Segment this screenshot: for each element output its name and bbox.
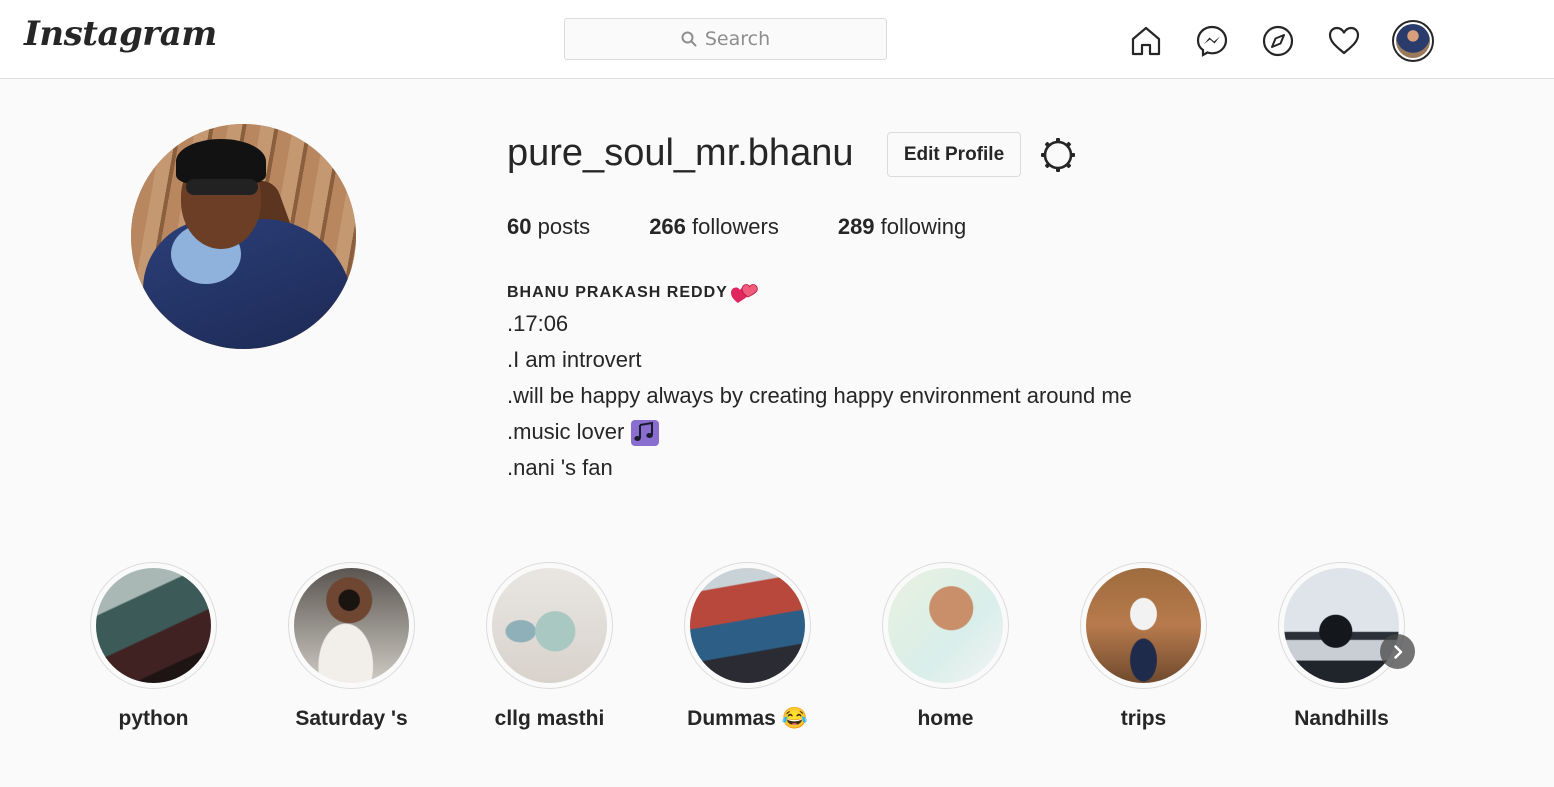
highlight-cover-ring — [882, 562, 1009, 689]
bio-line-2: .I am introvert — [507, 347, 642, 372]
followers-count: 266 — [649, 214, 686, 239]
top-navigation-bar: Instagram Search — [0, 0, 1554, 79]
highlight-cover-image — [492, 568, 607, 683]
highlight-cover-image — [1086, 568, 1201, 683]
highlight-label: cllg masthi — [494, 707, 605, 730]
highlight-label: Nandhills — [1294, 707, 1389, 730]
highlight-label: home — [917, 707, 974, 730]
bio-line-4-row: .music lover — [507, 414, 1132, 450]
highlight-cover-image — [690, 568, 805, 683]
chevron-right-icon — [1393, 644, 1402, 659]
musical-notes-emoji-icon — [631, 420, 660, 447]
highlight-cover-ring — [90, 562, 217, 689]
highlight-cover-ring — [1080, 562, 1207, 689]
two-hearts-emoji-icon — [730, 284, 758, 303]
bio-line-1: .17:06 — [507, 311, 569, 336]
followers-label: followers — [685, 214, 779, 239]
highlight-label: trips — [1120, 707, 1167, 730]
highlight-saturdays[interactable]: Saturday 's — [288, 562, 486, 731]
bio-line-4: .music lover — [507, 419, 625, 444]
highlight-label: Saturday 's — [295, 707, 408, 730]
explore-icon[interactable] — [1260, 23, 1296, 59]
settings-gear-icon[interactable] — [1038, 135, 1078, 175]
bio-line-5: .nani 's fan — [507, 455, 613, 480]
posts-label: posts — [531, 214, 591, 239]
edit-profile-button[interactable]: Edit Profile — [887, 132, 1021, 177]
highlight-nandhills[interactable]: Nandhills — [1278, 562, 1476, 731]
story-highlights: python Saturday 's cllg masthi Dummas 😂 … — [90, 562, 1476, 731]
highlight-cover-ring — [684, 562, 811, 689]
highlight-cllg-masthi[interactable]: cllg masthi — [486, 562, 684, 731]
highlight-cover-image — [294, 568, 409, 683]
highlight-home[interactable]: home — [882, 562, 1080, 731]
instagram-logo[interactable]: Instagram — [24, 14, 217, 54]
highlight-cover-image — [888, 568, 1003, 683]
avatar-image — [1396, 24, 1430, 58]
bio-line-3: .will be happy always by creating happy … — [507, 383, 1132, 408]
highlight-trips[interactable]: trips — [1080, 562, 1278, 731]
profile-stats: 60 posts 266 followers 289 following — [507, 214, 1025, 240]
highlight-cover-image — [1284, 568, 1399, 683]
messenger-icon[interactable] — [1194, 23, 1230, 59]
highlight-cover-image — [96, 568, 211, 683]
profile-picture[interactable] — [131, 124, 356, 349]
following-label: following — [874, 214, 967, 239]
followers-stat[interactable]: 266 followers — [649, 214, 779, 240]
bio-display-name: BHANU PRAKASH REDDY — [507, 284, 728, 301]
highlight-cover-ring — [288, 562, 415, 689]
profile-username: pure_soul_mr.bhanu — [507, 132, 854, 174]
highlight-dummas[interactable]: Dummas 😂 — [684, 562, 882, 731]
profile-avatar[interactable] — [1392, 20, 1434, 62]
bio-display-name-row: BHANU PRAKASH REDDY — [507, 280, 1132, 306]
highlights-next-button[interactable] — [1380, 634, 1415, 669]
highlight-label: Dummas 😂 — [687, 707, 808, 730]
following-count: 289 — [837, 214, 875, 239]
highlight-label: python — [118, 707, 189, 730]
search-placeholder: Search — [704, 28, 771, 50]
search-input[interactable]: Search — [564, 18, 887, 60]
posts-stat: 60 posts — [507, 214, 590, 240]
home-icon[interactable] — [1128, 23, 1164, 59]
highlight-python[interactable]: python — [90, 562, 288, 731]
nav-icons — [1128, 20, 1434, 62]
posts-count: 60 — [507, 214, 532, 239]
profile-bio: BHANU PRAKASH REDDY .17:06 .I am introve… — [507, 280, 1132, 486]
highlight-cover-ring — [486, 562, 613, 689]
highlight-cover-ring — [1278, 562, 1405, 689]
search-icon — [681, 31, 697, 47]
activity-heart-icon[interactable] — [1326, 23, 1362, 59]
following-stat[interactable]: 289 following — [838, 214, 966, 240]
